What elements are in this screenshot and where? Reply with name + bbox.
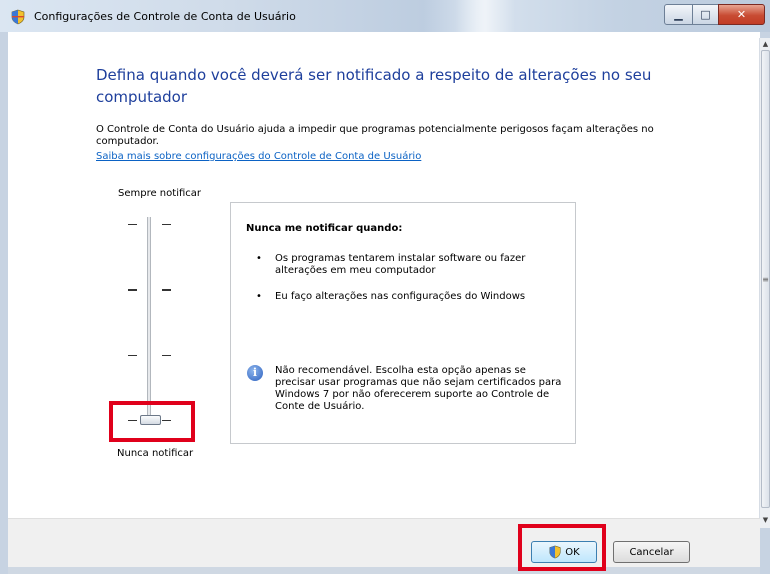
vertical-scrollbar[interactable]: ▲ ≡ ▼	[759, 38, 770, 528]
cancel-button[interactable]: Cancelar	[613, 541, 690, 563]
maximize-button[interactable]: □	[692, 4, 719, 25]
uac-settings-window: Configurações de Controle de Conta de Us…	[0, 0, 770, 574]
page-heading: Defina quando você deverá ser notificado…	[96, 66, 652, 106]
cancel-button-label: Cancelar	[629, 546, 674, 558]
slider-tick	[128, 224, 137, 225]
info-heading: Nunca me notificar quando:	[246, 223, 403, 234]
highlight-box-slider	[109, 401, 195, 442]
slider-tick	[162, 224, 171, 225]
notification-slider-track[interactable]	[147, 217, 151, 425]
title-bar[interactable]: Configurações de Controle de Conta de Us…	[0, 0, 770, 32]
window-frame-left	[0, 32, 8, 574]
slider-tick	[128, 289, 137, 291]
minimize-button[interactable]: ▁	[664, 4, 693, 25]
scroll-up-icon[interactable]: ▲	[760, 38, 770, 50]
slider-top-label: Sempre notificar	[118, 188, 202, 199]
highlight-box-ok	[518, 524, 606, 571]
learn-more-link[interactable]: Saiba mais sobre configurações do Contro…	[96, 151, 421, 162]
info-bullet: Os programas tentarem instalar software …	[275, 253, 526, 276]
maximize-icon: □	[700, 8, 711, 21]
slider-bottom-label: Nunca notificar	[117, 448, 194, 459]
info-bullet: Eu faço alterações nas configurações do …	[275, 291, 526, 302]
info-note: Não recomendável. Escolha esta opção ape…	[275, 365, 562, 412]
window-title: Configurações de Controle de Conta de Us…	[34, 10, 296, 23]
close-button[interactable]: ✕	[718, 4, 765, 25]
slider-tick	[162, 289, 171, 291]
scroll-thumb[interactable]: ≡	[761, 50, 770, 508]
scroll-down-icon[interactable]: ▼	[760, 514, 770, 526]
uac-shield-icon	[11, 9, 25, 25]
bullet-icon: •	[256, 291, 262, 302]
close-icon: ✕	[736, 8, 747, 21]
info-icon: i	[247, 365, 263, 381]
description-text: O Controle de Conta do Usuário ajuda a i…	[96, 124, 654, 147]
title-bar-shine	[455, 0, 515, 32]
slider-tick	[162, 355, 171, 356]
slider-tick	[128, 355, 137, 356]
bullet-icon: •	[256, 253, 262, 264]
minimize-icon: ▁	[674, 8, 683, 21]
